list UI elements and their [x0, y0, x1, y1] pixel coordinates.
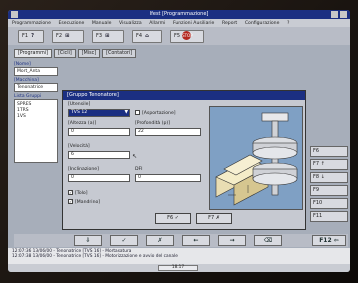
- removal-checkbox-label: [Asportazione]: [142, 111, 176, 116]
- spindle-checkbox-label: [Mandrino]: [75, 200, 101, 205]
- tenoning-group-dialog: [Gruppo Tenonatore] [Utensile] TVS 12 ▼ …: [62, 90, 306, 230]
- f2-label: F2: [56, 33, 63, 39]
- menu-allarmi[interactable]: Allarmi: [149, 21, 165, 26]
- confirm-icon[interactable]: ✓: [110, 235, 138, 246]
- clock: 18.17: [158, 265, 198, 271]
- f8-down-button[interactable]: F8 ↓: [310, 172, 348, 183]
- cancel-icon[interactable]: ✗: [146, 235, 174, 246]
- arrow-right-icon[interactable]: →: [218, 235, 246, 246]
- menu-funzioni-ausiliarie[interactable]: Funzioni Ausiliarie: [173, 21, 214, 26]
- tolo-checkbox-label: [Tolo]: [75, 191, 88, 196]
- speed-field[interactable]: 6: [68, 151, 130, 159]
- f10-button[interactable]: F10: [310, 198, 348, 209]
- tab-misc[interactable]: [Misc]: [77, 49, 101, 58]
- tenon-diagram-svg: [215, 112, 298, 206]
- depth-label: [Profondità (p)]: [135, 121, 170, 126]
- tab-cicli[interactable]: [Cicli]: [54, 49, 76, 58]
- tolo-checkbox[interactable]: ✓ [Tolo]: [68, 190, 88, 196]
- dfi-field[interactable]: 0: [135, 174, 201, 182]
- dialog-body: [Utensile] TVS 12 ▼ [Asportazione] [Alte…: [63, 100, 307, 231]
- checkbox-box: [135, 110, 140, 115]
- tab-programmi[interactable]: [Programmi]: [14, 49, 52, 58]
- depth-field[interactable]: 22: [135, 128, 201, 136]
- group-list[interactable]: SPRES 1TRS 1VS: [14, 99, 58, 163]
- status-log: 12:07:36 13/06/00 - Tenonatrice [TVS 16]…: [8, 248, 350, 264]
- screen: Ifest [Programmazione] Programmazione Es…: [8, 10, 350, 272]
- inclination-label: [Inclinazione]: [68, 167, 99, 172]
- f11-button[interactable]: F11: [310, 211, 348, 222]
- f1-help-button[interactable]: F1?: [18, 30, 44, 43]
- removal-checkbox[interactable]: [Asportazione]: [135, 110, 176, 116]
- ok-button[interactable]: F6 ✓: [155, 213, 191, 224]
- dialog-title: [Gruppo Tenonatore]: [63, 91, 305, 100]
- menu-report[interactable]: Report: [222, 21, 237, 26]
- home-icon: ⌂: [145, 33, 149, 39]
- cancel-button[interactable]: F7 ✗: [196, 213, 232, 224]
- cursor-icon: ↖: [132, 153, 138, 160]
- f6-side-button[interactable]: F6: [310, 146, 348, 157]
- tool-label: [Utensile]: [68, 102, 91, 107]
- f5-label: F5: [174, 33, 181, 39]
- f2-button[interactable]: F2 ⊞: [52, 30, 84, 43]
- f3-button[interactable]: F3 ⊞: [92, 30, 124, 43]
- chevron-down-icon: ▼: [124, 110, 128, 115]
- list-item[interactable]: 1VS: [17, 114, 55, 120]
- menu-configurazione[interactable]: Configurazione: [245, 21, 280, 26]
- machine-field[interactable]: Tenonatrice: [14, 83, 58, 92]
- minimize-icon[interactable]: [331, 11, 338, 18]
- speed-label: [Velocità]: [68, 144, 90, 149]
- f4-button[interactable]: F4 ⌂: [132, 30, 162, 43]
- delete-icon[interactable]: ⌫: [254, 235, 282, 246]
- f4-label: F4: [136, 33, 143, 39]
- program-name-field[interactable]: Mort_Anta: [14, 67, 58, 76]
- left-panel: [Nome] Mort_Anta [Macchina] Tenonatrice …: [14, 60, 58, 238]
- f1-label: F1: [22, 33, 29, 39]
- dfi-label: DFI: [135, 167, 143, 172]
- spindle-checkbox[interactable]: ✓ [Mandrino]: [68, 199, 100, 205]
- f3-label: F3: [96, 33, 103, 39]
- tool-select[interactable]: TVS 12 ▼: [68, 109, 130, 117]
- status-line: 12:07:38 13/06/00 - Tenonatrice [TVS 16]…: [12, 254, 178, 259]
- taskbar: 18.17: [8, 264, 350, 272]
- stop-icon: STOP: [182, 31, 193, 40]
- tenon-diagram: [209, 106, 303, 210]
- help-icon: ?: [31, 33, 34, 39]
- download-icon[interactable]: ⇩: [74, 235, 102, 246]
- menu-manuale[interactable]: Manuale: [92, 21, 112, 26]
- menu-help[interactable]: ?: [287, 21, 289, 26]
- tab-strip: [Programmi] [Cicli] [Misc] [Contatori]: [14, 49, 137, 58]
- menu-programmazione[interactable]: Programmazione: [12, 21, 51, 26]
- height-field[interactable]: 0: [68, 128, 130, 136]
- f5-stop-button[interactable]: F5 STOP: [170, 30, 204, 43]
- height-label: [Altezza (a)]: [68, 121, 97, 126]
- arrow-left-icon[interactable]: ←: [182, 235, 210, 246]
- checkbox-box: ✓: [68, 199, 73, 204]
- maximize-icon[interactable]: [340, 11, 347, 18]
- inclination-field[interactable]: 0: [68, 174, 130, 182]
- f7-up-button[interactable]: F7 ↑: [310, 159, 348, 170]
- f12-back-button[interactable]: F12 ⇦: [312, 235, 346, 246]
- system-menu-icon[interactable]: [11, 11, 18, 18]
- grid-icon: ⊞: [65, 33, 70, 39]
- bottom-toolbar: ⇩ ✓ ✗ ← → ⌫ F12 ⇦: [14, 234, 348, 247]
- title-bar: Ifest [Programmazione]: [8, 10, 350, 19]
- tab-contatori[interactable]: [Contatori]: [102, 49, 137, 58]
- window-title: Ifest [Programmazione]: [149, 11, 209, 17]
- right-function-keys: F6 F7 ↑ F8 ↓ F9 F10 F11: [310, 146, 348, 224]
- menu-esecuzione[interactable]: Esecuzione: [59, 21, 85, 26]
- checkbox-box: ✓: [68, 190, 73, 195]
- toolbar: F1? F2 ⊞ F3 ⊞ F4 ⌂ F5 STOP: [8, 27, 350, 45]
- menu-visualizza[interactable]: Visualizza: [119, 21, 142, 26]
- grid-icon: ⊞: [105, 33, 110, 39]
- tool-select-value: TVS 12: [71, 110, 88, 115]
- menu-bar: Programmazione Esecuzione Manuale Visual…: [8, 19, 350, 27]
- f9-button[interactable]: F9: [310, 185, 348, 196]
